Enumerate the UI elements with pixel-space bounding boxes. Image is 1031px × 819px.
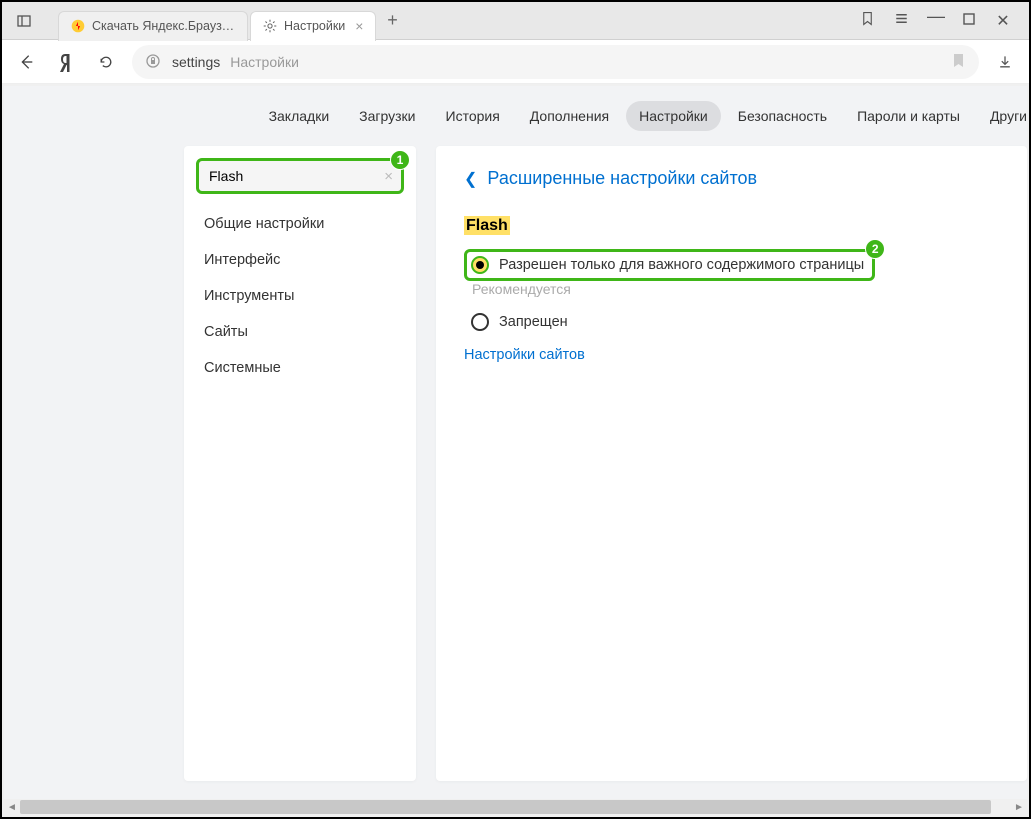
- scroll-right-icon[interactable]: ►: [1011, 802, 1027, 813]
- address-path: Настройки: [230, 54, 299, 70]
- radio-allow-important[interactable]: Разрешен только для важного содержимого …: [464, 249, 875, 281]
- bookmark-flag-icon[interactable]: [859, 11, 875, 31]
- reload-icon[interactable]: [92, 48, 120, 76]
- recommended-label: Рекомендуется: [472, 281, 571, 297]
- settings-search-input[interactable]: Flash ×: [196, 158, 404, 194]
- radio-icon: [471, 256, 489, 274]
- nav-addons[interactable]: Дополнения: [517, 101, 622, 131]
- sites-settings-link[interactable]: Настройки сайтов: [464, 347, 585, 363]
- annotation-badge-2: 2: [865, 239, 885, 259]
- maximize-icon[interactable]: [961, 12, 977, 30]
- breadcrumb-label: Расширенные настройки сайтов: [487, 168, 757, 189]
- section-title: Flash: [464, 217, 510, 235]
- chevron-left-icon: ❮: [464, 169, 477, 189]
- scroll-left-icon[interactable]: ◄: [4, 802, 20, 813]
- breadcrumb[interactable]: ❮ Расширенные настройки сайтов: [464, 168, 999, 189]
- nav-settings[interactable]: Настройки: [626, 101, 721, 131]
- scrollbar-thumb[interactable]: [20, 800, 991, 814]
- radio-deny[interactable]: Запрещен: [464, 309, 999, 335]
- yandex-icon: [71, 19, 85, 33]
- download-icon[interactable]: [991, 48, 1019, 76]
- nav-other[interactable]: Други: [977, 101, 1027, 131]
- lock-icon: [146, 54, 162, 70]
- nav-passwords[interactable]: Пароли и карты: [844, 101, 973, 131]
- address-host: settings: [172, 54, 220, 70]
- radio-label: Разрешен только для важного содержимого …: [499, 257, 864, 273]
- gear-icon: [263, 19, 277, 33]
- titlebar: Скачать Яндекс.Браузер д Настройки × + —…: [2, 2, 1029, 40]
- minimize-icon[interactable]: —: [927, 6, 943, 27]
- back-icon[interactable]: [12, 48, 40, 76]
- nav-bookmarks[interactable]: Закладки: [256, 101, 343, 131]
- yandex-home-icon[interactable]: [52, 48, 80, 76]
- clear-icon[interactable]: ×: [384, 168, 393, 185]
- sidebar-toggle-icon[interactable]: [10, 7, 38, 35]
- nav-history[interactable]: История: [433, 101, 513, 131]
- close-window-icon[interactable]: ✕: [995, 11, 1011, 31]
- close-icon[interactable]: ×: [355, 18, 363, 34]
- address-field[interactable]: settings Настройки: [132, 45, 979, 79]
- sidebar-item-sites[interactable]: Сайты: [184, 314, 416, 350]
- sidebar-item-interface[interactable]: Интерфейс: [184, 242, 416, 278]
- tab-title: Настройки: [284, 19, 345, 33]
- browser-tab-1[interactable]: Скачать Яндекс.Браузер д: [58, 11, 248, 41]
- settings-sidebar: 1 Flash × Общие настройки Интерфейс Инст…: [184, 146, 416, 781]
- tab-title: Скачать Яндекс.Браузер д: [92, 19, 235, 33]
- horizontal-scrollbar[interactable]: ◄ ►: [4, 799, 1027, 815]
- radio-label: Запрещен: [499, 314, 568, 330]
- browser-tab-2[interactable]: Настройки ×: [250, 11, 376, 41]
- menu-icon[interactable]: [893, 11, 909, 31]
- settings-main: ❮ Расширенные настройки сайтов Flash 2 Р…: [436, 146, 1027, 781]
- sidebar-item-system[interactable]: Системные: [184, 350, 416, 386]
- bookmark-icon[interactable]: [952, 53, 965, 71]
- search-value: Flash: [209, 168, 243, 184]
- radio-icon: [471, 313, 489, 331]
- settings-topnav: Закладки Загрузки История Дополнения Нас…: [4, 86, 1027, 146]
- address-bar: settings Настройки: [2, 40, 1029, 84]
- nav-security[interactable]: Безопасность: [725, 101, 840, 131]
- sidebar-item-tools[interactable]: Инструменты: [184, 278, 416, 314]
- annotation-badge-1: 1: [390, 150, 410, 170]
- sidebar-item-general[interactable]: Общие настройки: [184, 206, 416, 242]
- new-tab-button[interactable]: +: [378, 7, 406, 35]
- content-area: Закладки Загрузки История Дополнения Нас…: [4, 86, 1027, 799]
- nav-downloads[interactable]: Загрузки: [346, 101, 428, 131]
